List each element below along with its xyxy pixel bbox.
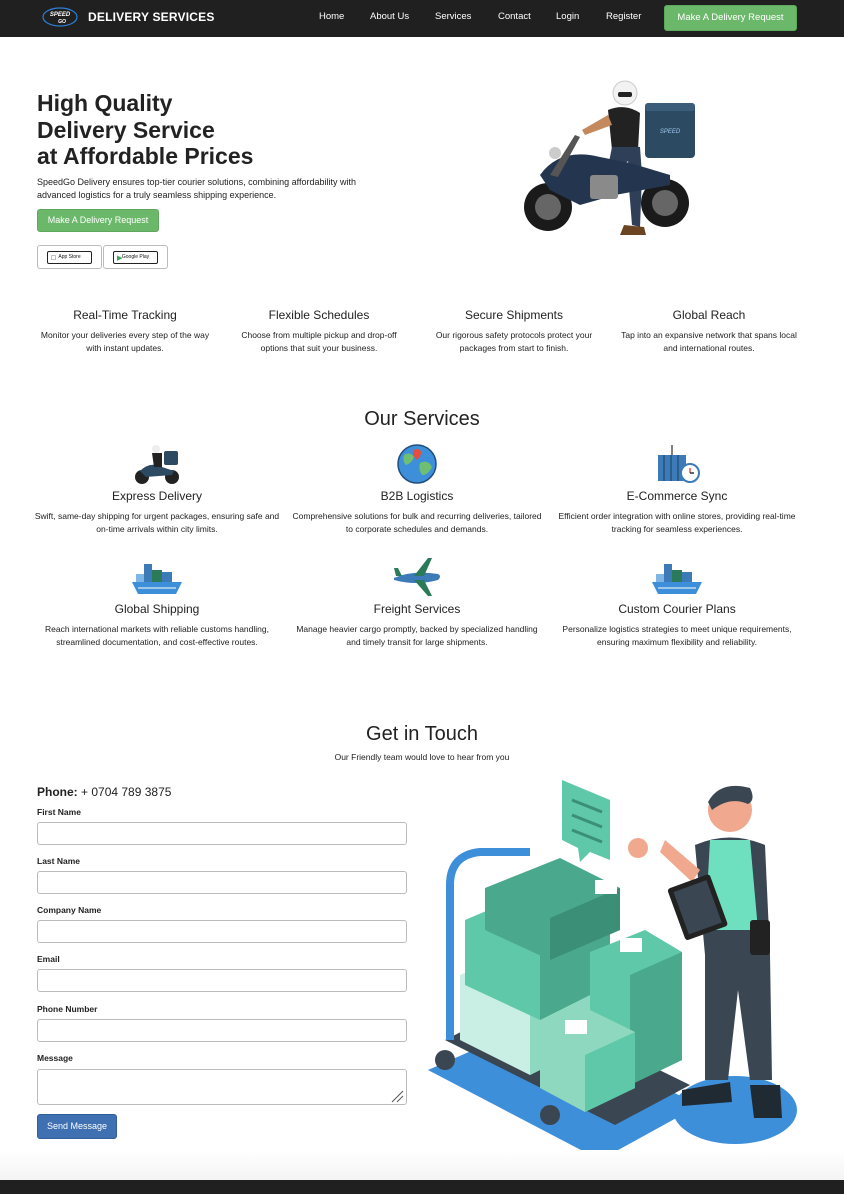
app-store-label: App Store	[58, 254, 81, 260]
service-custom-courier-plans: Custom Courier Plans Personalize logisti…	[552, 556, 802, 649]
nav-about-us[interactable]: About Us	[370, 11, 409, 22]
hero-delivery-request-button[interactable]: Make A Delivery Request	[37, 209, 159, 232]
last-name-label: Last Name	[37, 856, 80, 866]
svg-text:SPEED: SPEED	[660, 129, 681, 135]
google-play-badge[interactable]: ▶ Google Play	[103, 245, 168, 269]
feature-title: Global Reach	[672, 308, 746, 322]
hero-title: High Quality Delivery Service at Afforda…	[37, 90, 253, 170]
first-name-label: First Name	[37, 807, 81, 817]
motorcycle-courier-icon	[135, 445, 179, 484]
navbar: SPEED GO DELIVERY SERVICES Home About Us…	[0, 0, 844, 37]
feature-text: Choose from multiple pickup and drop-off…	[241, 330, 397, 353]
last-name-field[interactable]	[37, 871, 407, 894]
message-label: Message	[37, 1053, 73, 1063]
phone-number-label: Phone Number	[37, 1004, 98, 1014]
nav-login[interactable]: Login	[556, 11, 579, 22]
nav-contact[interactable]: Contact	[498, 11, 531, 22]
services-title: Our Services	[364, 408, 480, 430]
app-store-label-box:  App Store	[47, 251, 92, 264]
service-title: Custom Courier Plans	[618, 602, 736, 616]
feature-text: Monitor your deliveries every step of th…	[40, 330, 210, 353]
delivery-rider-motorcycle-icon: SPEED	[524, 80, 695, 235]
feature-global-reach: Global Reach Tap into an expansive netwo…	[621, 308, 797, 355]
google-play-label-box: ▶ Google Play	[113, 251, 158, 264]
feature-text: Tap into an expansive network that spans…	[621, 330, 797, 353]
phone-number-field[interactable]	[37, 1019, 407, 1042]
feature-title: Real-Time Tracking	[73, 308, 177, 322]
send-message-button[interactable]: Send Message	[37, 1114, 117, 1139]
service-text: Comprehensive solutions for bulk and rec…	[292, 511, 542, 534]
hero-description: SpeedGo Delivery ensures top-tier courie…	[37, 177, 356, 200]
apple-icon: 	[51, 253, 56, 264]
hero-title-line-2: Delivery Service	[37, 116, 215, 143]
service-text: Personalize logistics strategies to meet…	[562, 624, 792, 647]
service-title: Freight Services	[373, 602, 461, 616]
svg-text:SPEED: SPEED	[50, 12, 71, 18]
service-text: Swift, same-day shipping for urgent pack…	[34, 511, 280, 534]
feature-secure-shipments: Secure Shipments Our rigorous safety pro…	[426, 308, 602, 355]
service-title: Express Delivery	[111, 489, 203, 503]
feature-title: Flexible Schedules	[268, 308, 370, 322]
phone-value: + 0704 789 3875	[81, 785, 172, 799]
brand-name[interactable]: DELIVERY SERVICES	[88, 10, 215, 24]
service-text: Manage heavier cargo promptly, backed by…	[296, 624, 538, 647]
contact-phone: Phone: + 0704 789 3875	[37, 785, 171, 799]
service-e-commerce-sync: E-Commerce Sync Efficient order integrat…	[552, 443, 802, 536]
google-play-label: Google Play	[121, 254, 150, 260]
resize-grip-icon[interactable]	[390, 1089, 404, 1103]
feature-title: Secure Shipments	[464, 308, 564, 322]
footer-shade	[0, 1150, 844, 1180]
app-store-badge[interactable]:  App Store	[37, 245, 102, 269]
company-name-field[interactable]	[37, 920, 407, 943]
feature-text: Our rigorous safety protocols protect yo…	[435, 330, 593, 353]
email-field[interactable]	[37, 969, 407, 992]
footer-bar	[0, 1180, 844, 1194]
service-title: E-Commerce Sync	[626, 489, 728, 503]
svg-text:GO: GO	[58, 19, 66, 25]
nav-register[interactable]: Register	[606, 11, 641, 22]
service-text: Reach international markets with reliabl…	[45, 624, 269, 647]
speedgo-logo-icon[interactable]: SPEED GO	[42, 6, 78, 28]
service-freight-services: Freight Services Manage heavier cargo pr…	[292, 556, 542, 649]
hero-title-line-1: High Quality	[37, 90, 173, 116]
service-title: B2B Logistics	[380, 489, 454, 503]
company-name-label: Company Name	[37, 905, 102, 915]
phone-label: Phone:	[37, 785, 78, 799]
hero-title-line-3: at Affordable Prices	[37, 143, 254, 169]
globe-location-icon	[397, 444, 437, 484]
cargo-ship-icon	[132, 564, 182, 594]
feature-real-time-tracking: Real-Time Tracking Monitor your deliveri…	[37, 308, 213, 355]
service-text: Efficient order integration with online …	[558, 511, 796, 534]
contact-title: Get in Touch	[366, 723, 478, 745]
cargo-ship-icon	[652, 564, 702, 594]
delivery-worker-boxes-cart-icon	[428, 780, 797, 1160]
service-title: Global Shipping	[114, 602, 200, 616]
service-express-delivery: Express Delivery Swift, same-day shippin…	[32, 443, 282, 536]
feature-flexible-schedules: Flexible Schedules Choose from multiple …	[231, 308, 407, 355]
service-b2b-logistics: B2B Logistics Comprehensive solutions fo…	[292, 443, 542, 536]
airplane-icon	[394, 558, 440, 596]
nav-services[interactable]: Services	[435, 11, 471, 22]
message-field[interactable]	[37, 1069, 407, 1105]
nav-home[interactable]: Home	[319, 11, 344, 22]
contact-subtitle: Our Friendly team would love to hear fro…	[334, 752, 510, 762]
email-label: Email	[37, 954, 60, 964]
nav-delivery-request-button[interactable]: Make A Delivery Request	[664, 5, 797, 31]
service-global-shipping: Global Shipping Reach international mark…	[32, 556, 282, 649]
first-name-field[interactable]	[37, 822, 407, 845]
play-triangle-icon: ▶	[117, 255, 123, 262]
container-clock-icon	[658, 445, 700, 483]
